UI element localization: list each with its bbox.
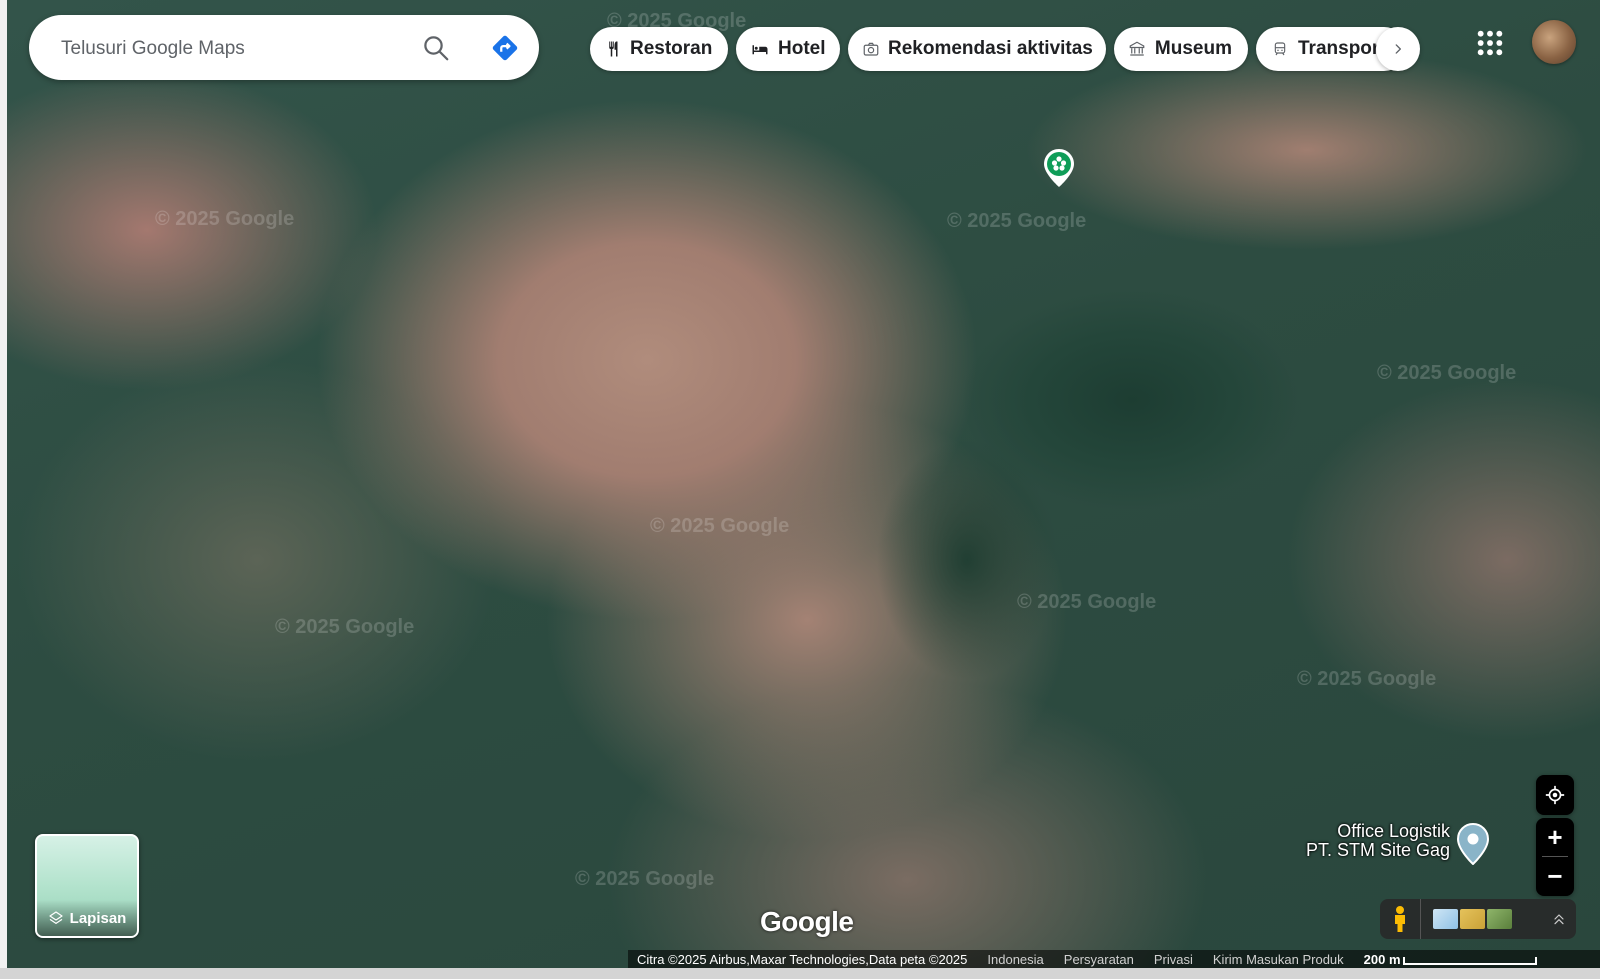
- layers-icon: [49, 911, 63, 924]
- camera-icon: [862, 39, 880, 59]
- place-label-line1: Office Logistik: [1337, 821, 1450, 841]
- feedback-link[interactable]: Kirim Masukan Produk: [1213, 952, 1344, 967]
- chip-hotel[interactable]: Hotel: [736, 27, 840, 71]
- window-edge: [0, 0, 7, 968]
- imagery-attribution: Citra ©2025 Airbus,Maxar Technologies,Da…: [637, 951, 968, 967]
- place-label[interactable]: Office Logistik PT. STM Site Gag: [1306, 822, 1450, 860]
- place-pin-icon[interactable]: [1456, 823, 1490, 865]
- search-box[interactable]: [29, 15, 539, 80]
- search-icon[interactable]: [421, 33, 451, 63]
- chip-label: Transpor: [1298, 38, 1380, 59]
- scale-bar[interactable]: [1402, 957, 1537, 965]
- window-bottom-edge: [0, 968, 1600, 979]
- pegman-icon: [1395, 906, 1405, 932]
- map-footer: Citra ©2025 Airbus,Maxar Technologies,Da…: [628, 950, 1600, 968]
- map-watermark: © 2025 Google: [275, 616, 415, 638]
- bed-icon: [750, 39, 770, 59]
- account-avatar[interactable]: [1532, 20, 1576, 64]
- my-location-button[interactable]: [1536, 775, 1574, 815]
- chip-label: Hotel: [778, 38, 826, 59]
- chevron-right-icon: [1395, 44, 1401, 54]
- my-location-icon: [1545, 785, 1565, 805]
- zoom-control: + −: [1536, 818, 1574, 896]
- zoom-in-button[interactable]: +: [1536, 818, 1574, 856]
- pegman-button[interactable]: [1380, 899, 1421, 939]
- chip-label: Restoran: [630, 38, 713, 59]
- chips-next-button[interactable]: [1376, 27, 1420, 71]
- map-type-thumbnails[interactable]: [1433, 909, 1514, 929]
- map-watermark: © 2025 Google: [575, 868, 715, 890]
- google-logo: Google: [760, 906, 854, 937]
- park-pin-icon[interactable]: [1042, 148, 1076, 188]
- scale-label[interactable]: 200 m: [1364, 952, 1401, 967]
- map-thumbnail-satellite[interactable]: [1487, 909, 1512, 929]
- map-watermark: © 2025 Google: [1017, 591, 1157, 613]
- directions-icon[interactable]: [490, 33, 520, 63]
- chip-label: Museum: [1154, 38, 1232, 59]
- layers-label: Lapisan: [69, 909, 127, 927]
- map-thumbnail-terrain[interactable]: [1460, 909, 1485, 929]
- map-watermark: © 2025 Google: [1377, 362, 1517, 384]
- train-icon: [1270, 39, 1290, 59]
- map-watermark: © 2025 Google: [650, 515, 790, 537]
- place-label-line2: PT. STM Site Gag: [1305, 840, 1450, 860]
- terms-link[interactable]: Persyaratan: [1064, 952, 1134, 967]
- map-watermark: © 2025 Google: [947, 210, 1087, 232]
- map-watermark: © 2025 Google: [155, 208, 295, 230]
- chip-restoran[interactable]: Restoran: [590, 27, 728, 71]
- privacy-link[interactable]: Privasi: [1154, 952, 1193, 967]
- chip-rekomendasi-aktivitas[interactable]: Rekomendasi aktivitas: [848, 27, 1106, 71]
- fork-knife-icon: [604, 39, 622, 59]
- chip-label: Rekomendasi aktivitas: [888, 38, 1093, 59]
- zoom-out-button[interactable]: −: [1536, 857, 1574, 895]
- chevron-up-icon: [1554, 914, 1564, 925]
- search-input[interactable]: [59, 33, 423, 65]
- google-apps-icon[interactable]: [1474, 27, 1506, 59]
- map-thumbnail-default[interactable]: [1433, 909, 1458, 929]
- layers-button[interactable]: Lapisan: [35, 834, 139, 938]
- country-link[interactable]: Indonesia: [987, 952, 1043, 967]
- bottom-tools: [1380, 899, 1576, 939]
- map-watermark: © 2025 Google: [1297, 668, 1437, 690]
- chip-museum[interactable]: Museum: [1114, 27, 1248, 71]
- museum-icon: [1128, 39, 1147, 59]
- expand-button[interactable]: [1542, 911, 1576, 927]
